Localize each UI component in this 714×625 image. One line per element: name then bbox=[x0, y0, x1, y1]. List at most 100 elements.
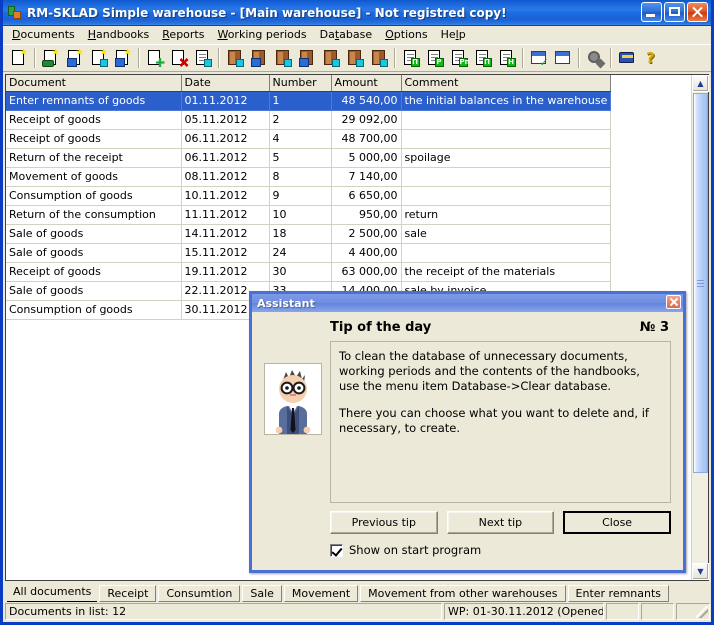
cell-comment bbox=[401, 243, 610, 262]
window-titlebar[interactable]: RM-SKLAD Simple warehouse - [Main wareho… bbox=[3, 0, 711, 26]
new-document-icon[interactable] bbox=[7, 47, 30, 70]
report-remnants-icon[interactable]: Рп bbox=[447, 47, 470, 70]
table-row[interactable]: Receipt of goods19.11.20123063 000,00the… bbox=[6, 262, 610, 281]
show-on-start-row: Show on start program bbox=[330, 543, 671, 557]
cell-number: 24 bbox=[269, 243, 331, 262]
cell-number: 2 bbox=[269, 110, 331, 129]
assistant-close-button[interactable] bbox=[666, 295, 681, 309]
scroll-up-arrow-icon[interactable]: ▲ bbox=[692, 75, 709, 92]
cell-number: 5 bbox=[269, 148, 331, 167]
status-panel-empty-1 bbox=[606, 603, 639, 620]
tab-enter-remnants[interactable]: Enter remnants bbox=[568, 585, 670, 602]
cell-number: 8 bbox=[269, 167, 331, 186]
handbook-units-icon[interactable] bbox=[343, 47, 366, 70]
maximize-button[interactable] bbox=[664, 2, 685, 22]
table-row[interactable]: Movement of goods08.11.201287 140,00 bbox=[6, 167, 610, 186]
warehouse-cubes-icon bbox=[7, 5, 23, 21]
handbook-transport-icon[interactable] bbox=[295, 47, 318, 70]
assistant-buttons: Previous tip Next tip Close bbox=[330, 511, 671, 534]
cell-document: Receipt of goods bbox=[6, 262, 181, 281]
previous-tip-button[interactable]: Previous tip bbox=[330, 511, 438, 534]
grid-vertical-scrollbar[interactable]: ▲ ▼ bbox=[691, 75, 708, 580]
documents-table: Document Date Number Amount Comment Ente… bbox=[6, 75, 611, 320]
table-row[interactable]: Sale of goods14.11.2012182 500,00sale bbox=[6, 224, 610, 243]
table-row[interactable]: Receipt of goods05.11.2012229 092,00 bbox=[6, 110, 610, 129]
cell-comment: the initial balances in the warehouse bbox=[401, 91, 610, 110]
scroll-down-arrow-icon[interactable]: ▼ bbox=[692, 563, 709, 580]
toolbar-separator bbox=[218, 48, 220, 68]
show-on-start-label: Show on start program bbox=[349, 543, 481, 557]
close-button[interactable] bbox=[687, 2, 708, 22]
cell-date: 14.11.2012 bbox=[181, 224, 269, 243]
close-tip-button[interactable]: Close bbox=[563, 511, 671, 534]
cell-date: 06.11.2012 bbox=[181, 129, 269, 148]
toolbar-separator bbox=[138, 48, 140, 68]
new-receipt-truck-icon[interactable] bbox=[39, 47, 62, 70]
tab-movement-from-other-warehouses[interactable]: Movement from other warehouses bbox=[360, 585, 565, 602]
settings-gear-icon[interactable] bbox=[583, 47, 606, 70]
column-header-date[interactable]: Date bbox=[181, 75, 269, 91]
report-movement-icon[interactable]: П bbox=[471, 47, 494, 70]
tab-movement[interactable]: Movement bbox=[284, 585, 358, 602]
cell-date: 11.11.2012 bbox=[181, 205, 269, 224]
table-row[interactable]: Consumption of goods10.11.201296 650,00 bbox=[6, 186, 610, 205]
handbook-goods-icon[interactable] bbox=[223, 47, 246, 70]
handbook-employees-icon[interactable] bbox=[319, 47, 342, 70]
report-receipt-icon[interactable]: П bbox=[399, 47, 422, 70]
cell-number: 10 bbox=[269, 205, 331, 224]
tip-paragraph-2: There you can choose what you want to de… bbox=[339, 406, 662, 436]
handbook-warehouses-icon[interactable] bbox=[271, 47, 294, 70]
table-row[interactable]: Return of the consumption11.11.201210950… bbox=[6, 205, 610, 224]
assistant-body: Tip of the day № 3 bbox=[252, 312, 683, 570]
show-on-start-checkbox[interactable] bbox=[330, 544, 343, 557]
table-row[interactable]: Receipt of goods06.11.2012448 700,00 bbox=[6, 129, 610, 148]
tab-consumtion[interactable]: Consumtion bbox=[158, 585, 240, 602]
assistant-person-icon bbox=[264, 363, 322, 435]
tab-all-documents[interactable]: All documents bbox=[7, 583, 97, 602]
new-consumption-icon[interactable] bbox=[111, 47, 134, 70]
next-tip-button[interactable]: Next tip bbox=[447, 511, 555, 534]
resize-grip-icon[interactable] bbox=[696, 606, 708, 618]
menu-handbooks[interactable]: Handbooks bbox=[82, 27, 157, 43]
handbook-contractors-icon[interactable] bbox=[247, 47, 270, 70]
column-header-number[interactable]: Number bbox=[269, 75, 331, 91]
minimize-button[interactable] bbox=[641, 2, 662, 22]
assistant-titlebar[interactable]: Assistant bbox=[252, 294, 683, 312]
about-book-icon[interactable] bbox=[615, 47, 638, 70]
table-row[interactable]: Sale of goods15.11.2012244 400,00 bbox=[6, 243, 610, 262]
window-controls bbox=[641, 2, 708, 22]
cell-date: 08.11.2012 bbox=[181, 167, 269, 186]
menu-help[interactable]: Help bbox=[435, 27, 473, 43]
menu-documents[interactable]: Documents bbox=[6, 27, 82, 43]
working-period-open-icon[interactable]: ✓ bbox=[527, 47, 550, 70]
cell-comment bbox=[401, 186, 610, 205]
new-movement-icon[interactable] bbox=[87, 47, 110, 70]
handbook-currency-icon[interactable] bbox=[367, 47, 390, 70]
cell-document: Sale of goods bbox=[6, 281, 181, 300]
column-header-document[interactable]: Document bbox=[6, 75, 181, 91]
menu-working-periods[interactable]: Working periods bbox=[211, 27, 313, 43]
tab-sale[interactable]: Sale bbox=[242, 585, 282, 602]
tab-receipt[interactable]: Receipt bbox=[99, 585, 156, 602]
scrollbar-thumb[interactable] bbox=[693, 93, 708, 473]
menu-reports[interactable]: Reports bbox=[156, 27, 211, 43]
tip-title: Tip of the day bbox=[330, 320, 431, 335]
report-balance-icon[interactable]: Н bbox=[495, 47, 518, 70]
report-consumption-icon[interactable]: Р bbox=[423, 47, 446, 70]
column-header-amount[interactable]: Amount bbox=[331, 75, 401, 91]
table-row[interactable]: Enter remnants of goods01.11.2012148 540… bbox=[6, 91, 610, 110]
delete-record-icon[interactable] bbox=[167, 47, 190, 70]
cell-number: 18 bbox=[269, 224, 331, 243]
status-panel-empty-2 bbox=[641, 603, 674, 620]
add-record-icon[interactable] bbox=[143, 47, 166, 70]
tip-number: № 3 bbox=[640, 320, 669, 335]
table-row[interactable]: Return of the receipt06.11.201255 000,00… bbox=[6, 148, 610, 167]
new-sale-icon[interactable] bbox=[63, 47, 86, 70]
column-header-comment[interactable]: Comment bbox=[401, 75, 610, 91]
menu-options[interactable]: Options bbox=[379, 27, 434, 43]
edit-record-icon[interactable] bbox=[191, 47, 214, 70]
help-icon[interactable]: ? bbox=[639, 47, 662, 70]
menu-help-label: p bbox=[459, 28, 466, 41]
menu-database[interactable]: Database bbox=[314, 27, 380, 43]
working-period-icon[interactable] bbox=[551, 47, 574, 70]
